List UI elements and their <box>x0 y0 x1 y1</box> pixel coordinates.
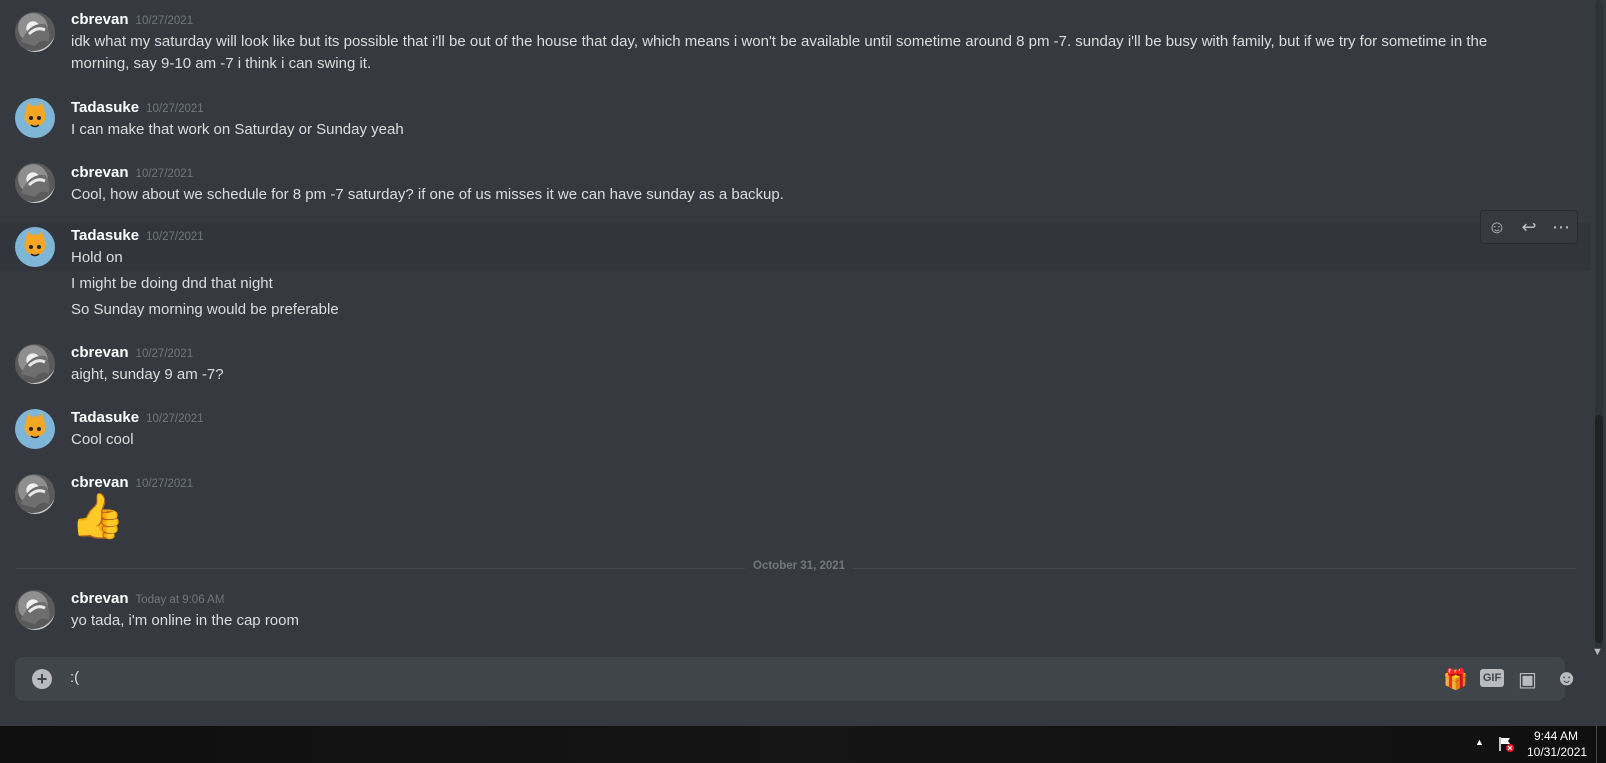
author-name[interactable]: cbrevan <box>71 344 129 361</box>
message-actions-toolbar: ☺ ↩ ⋯ <box>1480 210 1578 244</box>
message-continuation[interactable]: I might be doing dnd that night <box>0 273 1590 297</box>
message[interactable]: cbrevan Today at 9:06 AM yo tada, i'm onl… <box>0 590 1590 634</box>
avatar[interactable] <box>15 163 55 203</box>
message-text: Cool, how about we schedule for 8 pm -7 … <box>71 186 784 203</box>
author-name[interactable]: cbrevan <box>71 164 129 181</box>
gif-button[interactable]: GIF <box>1480 669 1504 687</box>
message-timestamp: Today at 9:06 AM <box>135 594 225 606</box>
message-list[interactable]: cbrevan 10/27/2021 idk what my saturday w… <box>0 0 1590 640</box>
message-timestamp: 10/27/2021 <box>146 103 204 115</box>
show-desktop-button[interactable] <box>1596 725 1606 763</box>
author-name[interactable]: Tadasuke <box>71 227 139 244</box>
avatar[interactable] <box>15 344 55 384</box>
message-author[interactable]: cbrevan 10/27/2021 <box>71 164 193 181</box>
sticker-icon[interactable]: ▣ <box>1518 667 1537 692</box>
message[interactable]: cbrevan 10/27/2021 👍 <box>0 474 1590 546</box>
message-text: Hold on <box>71 249 123 266</box>
message-author[interactable]: cbrevan Today at 9:06 AM <box>71 590 224 607</box>
author-name[interactable]: cbrevan <box>71 474 129 491</box>
author-name[interactable]: cbrevan <box>71 11 129 28</box>
message-author[interactable]: cbrevan 10/27/2021 <box>71 474 193 491</box>
action-center-flag-icon[interactable] <box>1497 735 1515 753</box>
emoji-picker-icon[interactable]: ☻ <box>1555 665 1578 691</box>
thumbs-up-emoji[interactable]: 👍 <box>70 492 125 542</box>
reply-icon[interactable]: ↩ <box>1515 217 1543 238</box>
message-composer[interactable]: + :( 🎁 GIF ▣ ☻ <box>15 657 1578 701</box>
author-name[interactable]: Tadasuke <box>71 409 139 426</box>
message-timestamp: 10/27/2021 <box>135 168 194 180</box>
message-input[interactable]: :( <box>70 669 79 686</box>
date-divider-label: October 31, 2021 <box>745 560 854 572</box>
message-timestamp: 10/27/2021 <box>146 413 204 425</box>
message[interactable]: Tadasuke 10/27/2021 Cool cool <box>0 409 1590 453</box>
gift-icon[interactable]: 🎁 <box>1443 667 1468 692</box>
show-hidden-icons-icon[interactable]: ▲ <box>1475 737 1484 747</box>
avatar[interactable] <box>15 12 55 52</box>
message-author[interactable]: cbrevan 10/27/2021 <box>71 344 193 361</box>
message-text: I might be doing dnd that night <box>71 275 273 292</box>
add-reaction-icon[interactable]: ☺ <box>1483 217 1511 238</box>
message-text: So Sunday morning would be preferable <box>71 301 339 318</box>
message-text: I can make that work on Saturday or Sund… <box>71 121 404 138</box>
message-author[interactable]: Tadasuke 10/27/2021 <box>71 99 204 116</box>
clock-time[interactable]: 9:44 AM <box>1534 729 1578 743</box>
message[interactable]: cbrevan 10/27/2021 idk what my saturday w… <box>0 8 1590 76</box>
message-text: aight, sunday 9 am -7? <box>71 366 224 383</box>
message-text: yo tada, i'm online in the cap room <box>71 612 299 629</box>
message-text: Cool cool <box>71 431 134 448</box>
message-author[interactable]: Tadasuke 10/27/2021 <box>71 227 204 244</box>
author-name[interactable]: Tadasuke <box>71 99 139 116</box>
windows-taskbar: ▲ 9:44 AM 10/31/2021 <box>0 725 1606 763</box>
more-options-icon[interactable]: ⋯ <box>1547 217 1575 238</box>
message-author[interactable]: Tadasuke 10/27/2021 <box>71 409 204 426</box>
message-text: idk what my saturday will look like but … <box>71 33 1488 50</box>
upload-plus-icon[interactable]: + <box>32 669 52 689</box>
scroll-down-icon[interactable]: ▼ <box>1592 646 1603 658</box>
message-timestamp: 10/27/2021 <box>135 15 194 27</box>
message-continuation[interactable]: So Sunday morning would be preferable <box>0 299 1590 323</box>
author-name[interactable]: cbrevan <box>71 590 129 607</box>
message[interactable]: Tadasuke 10/27/2021 I can make that work … <box>0 96 1590 140</box>
avatar[interactable] <box>15 98 55 138</box>
avatar[interactable] <box>15 590 55 630</box>
message-timestamp: 10/27/2021 <box>135 478 194 490</box>
avatar[interactable] <box>15 474 55 514</box>
message-timestamp: 10/27/2021 <box>135 348 194 360</box>
chat-scrollbar[interactable]: ▼ <box>1592 0 1604 660</box>
message-text: morning, say 9-10 am -7 i think i can sw… <box>71 55 372 72</box>
clock-date[interactable]: 10/31/2021 <box>1527 745 1587 759</box>
scrollbar-thumb[interactable] <box>1595 415 1603 643</box>
message-author[interactable]: cbrevan 10/27/2021 <box>71 11 193 28</box>
message[interactable]: cbrevan 10/27/2021 Cool, how about we sch… <box>0 161 1590 205</box>
avatar[interactable] <box>15 409 55 449</box>
message[interactable]: cbrevan 10/27/2021 aight, sunday 9 am -7? <box>0 344 1590 388</box>
avatar[interactable] <box>15 227 55 267</box>
message-hovered[interactable]: Tadasuke 10/27/2021 Hold on <box>0 223 1590 271</box>
message-timestamp: 10/27/2021 <box>146 231 204 243</box>
